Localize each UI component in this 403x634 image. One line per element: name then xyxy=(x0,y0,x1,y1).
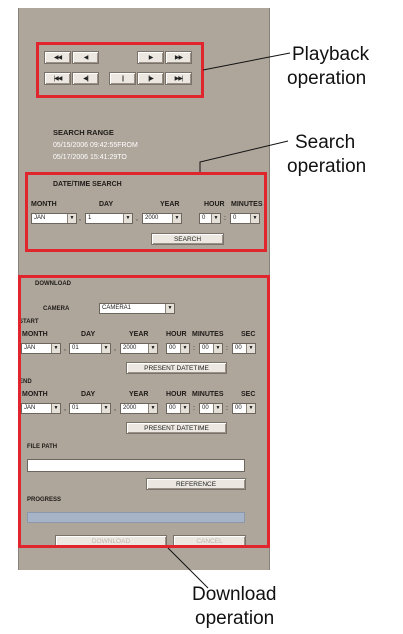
download-callout-line2: operation xyxy=(195,608,275,629)
search-callout-line2: operation xyxy=(287,156,367,177)
playback-callout-line1: Playback xyxy=(292,44,370,65)
callout-lines xyxy=(167,52,291,589)
search-callout-line1: Search xyxy=(295,132,356,153)
download-callout-line1: Download xyxy=(192,584,277,605)
playback-leader-line xyxy=(202,52,291,71)
download-leader-line xyxy=(167,547,209,589)
search-leader-line xyxy=(199,140,289,172)
playback-callout-line2: operation xyxy=(287,68,367,89)
